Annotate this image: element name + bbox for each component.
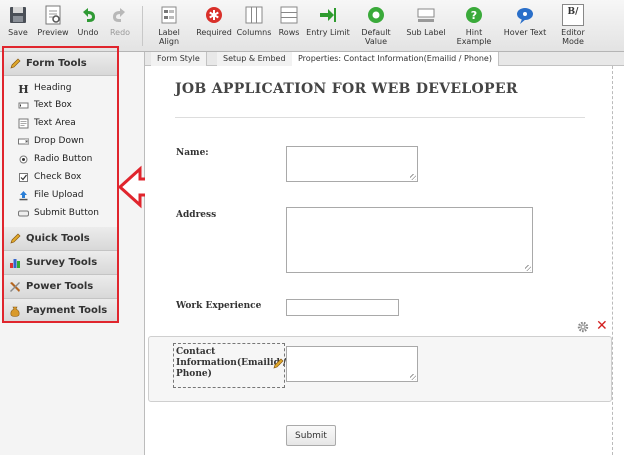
sub-label-button[interactable]: Sub Label bbox=[404, 4, 448, 50]
undo-button[interactable]: Undo bbox=[74, 4, 102, 50]
survey-tools-header[interactable]: Survey Tools bbox=[2, 251, 117, 275]
tools-icon bbox=[9, 281, 21, 293]
entry-limit-label: Entry Limit bbox=[306, 28, 350, 37]
toolbar: Save Preview Undo Redo Label Align Requi… bbox=[0, 0, 624, 52]
save-icon bbox=[7, 4, 29, 26]
editor-mode-label: Editor Mode bbox=[561, 28, 585, 46]
columns-icon bbox=[243, 4, 265, 26]
submit-button[interactable]: Submit bbox=[286, 425, 336, 446]
payment-tools-header[interactable]: Payment Tools bbox=[2, 299, 117, 323]
tool-submit-button[interactable]: Submit Button bbox=[18, 206, 114, 222]
tool-check-box[interactable]: Check Box bbox=[18, 170, 114, 186]
form-title[interactable]: JOB APPLICATION FOR WEB DEVELOPER bbox=[175, 81, 518, 97]
default-value-label-line1: Default bbox=[361, 28, 391, 37]
rows-icon bbox=[278, 4, 300, 26]
hint-example-label-line1: Hint bbox=[465, 28, 483, 37]
columns-label: Columns bbox=[236, 28, 272, 37]
power-tools-header[interactable]: Power Tools bbox=[2, 275, 117, 299]
hover-text-button[interactable]: Hover Text bbox=[503, 4, 547, 50]
save-label: Save bbox=[8, 28, 28, 37]
hover-text-label: Hover Text bbox=[503, 28, 547, 37]
editor-mode-button[interactable]: B/ Editor Mode bbox=[551, 4, 595, 50]
work-experience-field[interactable] bbox=[286, 299, 399, 316]
required-button[interactable]: Required bbox=[196, 4, 232, 50]
close-icon[interactable]: ✕ bbox=[596, 318, 608, 334]
hint-example-button[interactable]: ? Hint Example bbox=[456, 4, 492, 50]
tab-properties[interactable]: Properties: Contact Information(Emailid … bbox=[292, 52, 499, 66]
name-field[interactable] bbox=[286, 146, 418, 182]
label-align-icon bbox=[158, 4, 180, 26]
entry-limit-icon bbox=[317, 4, 339, 26]
edit-pencil-icon[interactable] bbox=[272, 358, 284, 370]
sub-label-label: Sub Label bbox=[406, 28, 446, 37]
rows-button[interactable]: Rows bbox=[275, 4, 303, 50]
redo-label: Redo bbox=[109, 28, 131, 37]
tool-radio-button[interactable]: Radio Button bbox=[18, 152, 114, 168]
submit-button-icon bbox=[18, 208, 29, 219]
contact-label[interactable]: Contact Information(Emailid / Phone) bbox=[176, 347, 286, 380]
required-label: Required bbox=[196, 28, 232, 37]
address-field[interactable] bbox=[286, 207, 533, 273]
entry-limit-button[interactable]: Entry Limit bbox=[306, 4, 350, 50]
asterisk-icon bbox=[203, 4, 225, 26]
editor-mode-icon: B/ bbox=[562, 4, 584, 26]
preview-label: Preview bbox=[37, 28, 69, 37]
tab-bar: Form Style Setup & Embed Properties: Con… bbox=[145, 52, 624, 66]
columns-button[interactable]: Columns bbox=[236, 4, 272, 50]
redo-icon bbox=[109, 4, 131, 26]
radio-icon bbox=[18, 154, 29, 165]
tool-text-area[interactable]: Text Area bbox=[18, 116, 114, 132]
name-label: Name: bbox=[176, 148, 209, 158]
undo-icon bbox=[77, 4, 99, 26]
tab-setup-embed[interactable]: Setup & Embed bbox=[217, 52, 293, 66]
svg-text:?: ? bbox=[471, 9, 477, 22]
form-tools-header[interactable]: Form Tools bbox=[2, 52, 117, 76]
default-value-button[interactable]: Default Value bbox=[358, 4, 394, 50]
tool-heading[interactable]: H Heading bbox=[18, 81, 114, 97]
tool-drop-down[interactable]: Drop Down bbox=[18, 134, 114, 150]
address-label: Address bbox=[176, 210, 217, 220]
checkbox-icon bbox=[18, 172, 29, 183]
rows-label: Rows bbox=[278, 28, 300, 37]
help-icon: ? bbox=[463, 4, 485, 26]
undo-label: Undo bbox=[77, 28, 99, 37]
canvas-boundary bbox=[612, 66, 613, 455]
pencil-icon bbox=[9, 233, 21, 245]
text-area-icon bbox=[18, 118, 29, 129]
title-divider bbox=[175, 117, 585, 118]
default-value-icon bbox=[365, 4, 387, 26]
heading-icon: H bbox=[18, 83, 29, 96]
tool-file-upload[interactable]: File Upload bbox=[18, 188, 114, 204]
work-experience-label: Work Experience bbox=[176, 301, 262, 311]
preview-button[interactable]: Preview bbox=[36, 4, 70, 50]
money-bag-icon bbox=[9, 305, 21, 317]
label-align-label: Label Align bbox=[158, 28, 180, 46]
sub-label-icon bbox=[415, 4, 437, 26]
hint-example-label-line2: Example bbox=[456, 37, 492, 46]
toolbar-separator bbox=[142, 6, 143, 46]
svg-text:H: H bbox=[18, 83, 28, 94]
pencil-icon bbox=[9, 58, 21, 70]
save-button[interactable]: Save bbox=[4, 4, 32, 50]
contact-information-field[interactable] bbox=[286, 346, 418, 382]
bar-chart-icon bbox=[9, 257, 21, 269]
speech-bubble-icon bbox=[514, 4, 536, 26]
redo-button[interactable]: Redo bbox=[106, 4, 134, 50]
upload-icon bbox=[18, 190, 29, 201]
tool-text-box[interactable]: Text Box bbox=[18, 98, 114, 114]
preview-icon bbox=[42, 4, 64, 26]
quick-tools-header[interactable]: Quick Tools bbox=[2, 227, 117, 251]
label-align-button[interactable]: Label Align bbox=[148, 4, 190, 50]
text-box-icon bbox=[18, 100, 29, 111]
drop-down-icon bbox=[18, 136, 29, 147]
gear-icon[interactable] bbox=[577, 321, 589, 333]
default-value-label-line2: Value bbox=[365, 37, 387, 46]
tab-form-style[interactable]: Form Style bbox=[151, 52, 207, 66]
